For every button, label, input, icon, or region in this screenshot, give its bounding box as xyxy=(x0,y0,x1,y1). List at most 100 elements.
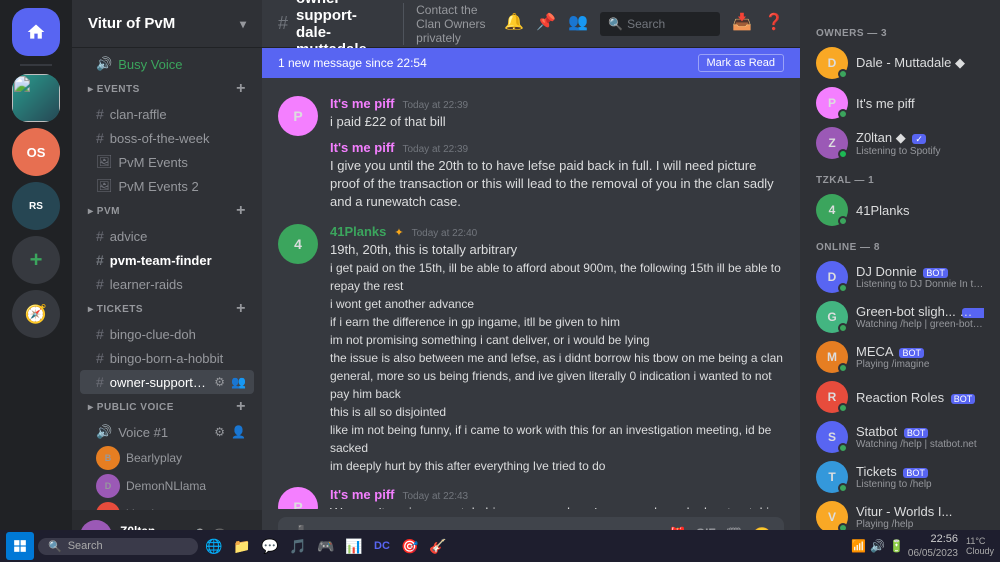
member-zoltan[interactable]: Z Z0ltan ◆ ✓ Listening to Spotify xyxy=(808,123,992,163)
hash-icon: # xyxy=(96,228,104,244)
public-voice-label: ▸ Public Voice xyxy=(88,402,174,413)
zoltan-avatar: Z xyxy=(816,127,848,159)
add-channel-icon[interactable]: + xyxy=(236,80,246,98)
server-avatar xyxy=(12,74,60,122)
help-icon[interactable]: ❓ xyxy=(764,12,784,36)
message-author[interactable]: 41Planks xyxy=(330,224,386,239)
inbox-icon[interactable]: 📥 xyxy=(732,12,752,36)
start-button[interactable] xyxy=(6,532,34,560)
weather-info: 11°C Cloudy xyxy=(966,536,994,556)
server-icon-3[interactable]: RS xyxy=(12,182,60,230)
advice-channel[interactable]: # advice xyxy=(80,224,254,248)
channel-sidebar: Vitur of PvM ▾ 🔊 Busy Voice ▸ Events + #… xyxy=(72,0,262,562)
pvm-team-finder-channel[interactable]: # pvm-team-finder xyxy=(80,248,254,272)
home-server-icon[interactable] xyxy=(12,8,60,56)
busy-voice-label: Busy Voice xyxy=(118,57,182,72)
message-author[interactable]: It's me piff xyxy=(330,140,395,155)
people-icon[interactable]: 👥 xyxy=(231,375,246,389)
taskbar-icon-2[interactable]: 📁 xyxy=(230,534,254,558)
events-category[interactable]: ▸ Events + xyxy=(72,76,262,102)
rr-avatar: R xyxy=(816,381,848,413)
member-dj-donnie[interactable]: D DJ Donnie BOT Listening to DJ Donnie I… xyxy=(808,257,992,297)
member-reaction-roles[interactable]: R Reaction Roles BOT xyxy=(808,377,992,417)
add-channel-icon-3[interactable]: + xyxy=(236,300,246,318)
rr-info: Reaction Roles BOT xyxy=(856,390,984,405)
members-icon[interactable]: 👥 xyxy=(568,12,588,36)
message-subline: i wont get another advance xyxy=(330,295,784,313)
speaker-icon: 🔊 xyxy=(96,56,112,72)
piff-status-dot xyxy=(838,109,848,119)
pvm-category[interactable]: ▸ PvM + xyxy=(72,198,262,224)
voice1-channel[interactable]: 🔊 Voice #1 ⚙ 👤 xyxy=(80,420,254,444)
settings-icon-v[interactable]: ⚙ xyxy=(214,425,225,439)
message-subline: this is all so disjointed xyxy=(330,403,784,421)
clan-raffle-channel[interactable]: # clan-raffle xyxy=(80,102,254,126)
member-green-bot[interactable]: G Green-bot sligh... BOT Watching /help … xyxy=(808,297,992,337)
notifications-icon[interactable]: 🔔 xyxy=(504,12,524,36)
member-meca[interactable]: M MECA BOT Playing /imagine xyxy=(808,337,992,377)
mark-as-read-button[interactable]: Mark as Read xyxy=(698,54,784,72)
greenbot-info: Green-bot sligh... BOT Watching /help | … xyxy=(856,304,984,330)
events-label: ▸ Events xyxy=(88,84,140,95)
taskbar-icon-4[interactable]: 🎵 xyxy=(286,534,310,558)
voice-user-demon: D DemonNLlama xyxy=(72,472,262,500)
taskbar-icon-discord[interactable]: DC xyxy=(370,534,394,558)
taskbar-icon-1[interactable]: 🌐 xyxy=(202,534,226,558)
message-subline: like im not being funny, if i came to wo… xyxy=(330,421,784,457)
bingo-clue-channel[interactable]: # bingo-clue-doh xyxy=(80,322,254,346)
pvm-events-channel[interactable]: 🖼 PvM Events xyxy=(80,150,254,174)
server-icon-2[interactable]: OS xyxy=(12,128,60,176)
bearlyplay-avatar: B xyxy=(96,446,120,470)
add-channel-icon-2[interactable]: + xyxy=(236,202,246,220)
taskbar-icon-spotify[interactable]: 🎸 xyxy=(426,534,450,558)
add-server-icon[interactable]: + xyxy=(12,236,60,284)
message-time: Today at 22:39 xyxy=(403,144,469,155)
planks-avatar: 4 xyxy=(816,194,848,226)
explore-icon[interactable]: 🧭 xyxy=(12,290,60,338)
person-icon[interactable]: 👤 xyxy=(231,425,246,439)
busy-voice-item[interactable]: 🔊 Busy Voice xyxy=(80,52,254,76)
vitur-server-icon[interactable] xyxy=(12,74,60,122)
member-tickets[interactable]: T Tickets BOT Listening to /help xyxy=(808,457,992,497)
tickets-status-dot xyxy=(838,483,848,493)
zoltan-name: Z0ltan ◆ ✓ xyxy=(856,130,984,146)
add-channel-icon-4[interactable]: + xyxy=(236,398,246,416)
members-sidebar: OWNERS — 3 D Dale - Muttadale ◆ P It's m… xyxy=(800,0,1000,562)
bot-badge: BOT xyxy=(951,394,976,404)
taskbar-search[interactable]: 🔍 Search xyxy=(38,538,198,555)
dj-name: DJ Donnie BOT xyxy=(856,264,984,279)
weather-temp: 11°C xyxy=(966,536,994,546)
hash-icon: # xyxy=(96,130,104,146)
member-statbot[interactable]: S Statbot BOT Watching /help | statbot.n… xyxy=(808,417,992,457)
taskbar-icon-5[interactable]: 🎮 xyxy=(314,534,338,558)
admin-badge: ✓ xyxy=(912,134,926,144)
member-dale[interactable]: D Dale - Muttadale ◆ xyxy=(808,43,992,83)
channel-name-label: PvM Events xyxy=(119,155,246,170)
message-content: 41Planks ✦ Today at 22:40 19th, 20th, th… xyxy=(330,224,784,475)
member-piff[interactable]: P It's me piff xyxy=(808,83,992,123)
server-name-header[interactable]: Vitur of PvM ▾ xyxy=(72,0,262,48)
pvm-events-2-channel[interactable]: 🖼 PvM Events 2 xyxy=(80,174,254,198)
settings-icon[interactable]: ⚙ xyxy=(214,375,225,389)
member-41planks[interactable]: 4 41Planks xyxy=(808,190,992,230)
boss-of-week-channel[interactable]: # boss-of-the-week xyxy=(80,126,254,150)
piff-name: It's me piff xyxy=(856,96,984,111)
pin-icon[interactable]: 📌 xyxy=(536,12,556,36)
bingo-born-channel[interactable]: # bingo-born-a-hobbit xyxy=(80,346,254,370)
search-label: Search xyxy=(627,17,665,31)
vitur-avatar: V xyxy=(816,501,848,533)
tickets-category[interactable]: ▸ Tickets + xyxy=(72,296,262,322)
learner-raids-channel[interactable]: # learner-raids xyxy=(80,272,254,296)
owner-support-channel[interactable]: # owner-support-da... ⚙ 👥 xyxy=(80,370,254,394)
header-search-box[interactable]: 🔍 Search xyxy=(600,12,720,36)
taskbar-icon-steam[interactable]: 🎯 xyxy=(398,534,422,558)
channel-name-label: owner-support-da... xyxy=(110,375,208,390)
message-avatar: 4 xyxy=(278,224,318,264)
message-author[interactable]: It's me piff xyxy=(330,487,395,502)
taskbar-icon-3[interactable]: 💬 xyxy=(258,534,282,558)
bot-badge: BOT xyxy=(962,308,984,318)
public-voice-category[interactable]: ▸ Public Voice + xyxy=(72,394,262,420)
taskbar-icon-6[interactable]: 📊 xyxy=(342,534,366,558)
message-author[interactable]: It's me piff xyxy=(330,96,395,111)
statbot-status-dot xyxy=(838,443,848,453)
